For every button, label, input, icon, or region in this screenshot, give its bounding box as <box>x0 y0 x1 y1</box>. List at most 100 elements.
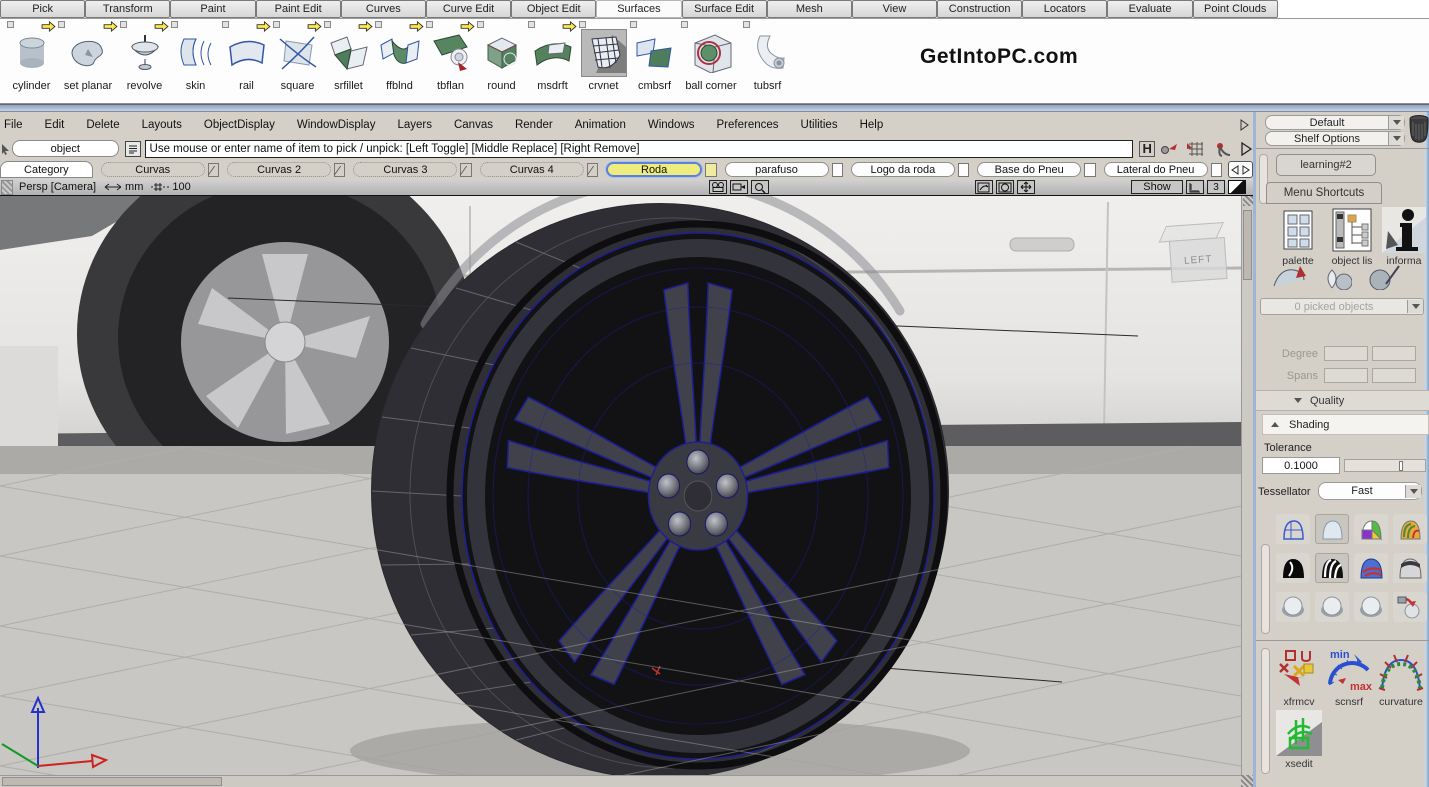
menu-canvas[interactable]: Canvas <box>443 119 504 131</box>
shelf-preset-dropdown[interactable]: Default <box>1265 115 1405 130</box>
quality-section-header[interactable]: Quality <box>1256 390 1429 411</box>
tool-option-checkbox[interactable] <box>426 21 433 28</box>
tool-option-checkbox[interactable] <box>630 21 637 28</box>
spans-field-1[interactable] <box>1324 368 1368 383</box>
shelf-tab-swatch[interactable] <box>587 163 598 177</box>
shortcut-palette[interactable]: palette <box>1274 207 1322 267</box>
tab-surface-edit[interactable]: Surface Edit <box>682 0 767 18</box>
tool-tubsrf[interactable]: tubsrf <box>742 21 793 101</box>
shade-blue-stripes-button[interactable] <box>1354 553 1388 583</box>
menu-utilities[interactable]: Utilities <box>790 119 849 131</box>
scroll-right-icon[interactable] <box>1242 165 1250 175</box>
view-cube[interactable]: LEFT <box>1156 221 1236 292</box>
prompt-history-button[interactable]: H <box>1139 141 1155 157</box>
tab-mesh[interactable]: Mesh <box>767 0 852 18</box>
zoom-magnifier-button[interactable] <box>751 180 769 194</box>
tool-option-checkbox[interactable] <box>120 21 127 28</box>
viewport-vertical-scrollbar[interactable] <box>1241 196 1253 775</box>
tool-option-checkbox[interactable] <box>58 21 65 28</box>
tool-crvnet[interactable]: crvnet <box>578 21 629 101</box>
pan-tool-button[interactable] <box>1017 180 1035 194</box>
tab-transform[interactable]: Transform <box>85 0 170 18</box>
tool-curvature[interactable]: curvature <box>1376 648 1426 708</box>
tool-rail[interactable]: rail <box>221 21 272 101</box>
tool-scnsrf[interactable]: min max scnsrf <box>1324 648 1374 708</box>
shelf-tab-curvas-3[interactable]: Curvas 3 <box>353 162 457 177</box>
scroll-left-icon[interactable] <box>1231 165 1239 175</box>
menu-layers[interactable]: Layers <box>386 119 443 131</box>
shading-section-header[interactable]: Shading <box>1262 414 1429 435</box>
shelf-tab-swatch[interactable] <box>208 163 219 177</box>
tool-option-checkbox[interactable] <box>273 21 280 28</box>
shelf-tab-swatch[interactable] <box>460 163 471 177</box>
dropdown-arrow-icon[interactable] <box>1407 300 1423 313</box>
tool-tbflan[interactable]: tbflan <box>425 21 476 101</box>
scrollbar-thumb[interactable] <box>1243 210 1252 280</box>
sphere-assign-button[interactable] <box>1393 592 1427 622</box>
tool-option-checkbox[interactable] <box>528 21 535 28</box>
shelf-tab-roda[interactable]: Roda <box>606 162 702 177</box>
shelf-tab-logo-da-roda[interactable]: Logo da roda <box>851 162 955 177</box>
shelf-tab-swatch[interactable] <box>334 163 345 177</box>
tab-pick[interactable]: Pick <box>0 0 85 18</box>
panel-scrollbar[interactable] <box>1261 648 1270 774</box>
grid-snap-icon[interactable] <box>1185 141 1207 157</box>
menu-windowdisplay[interactable]: WindowDisplay <box>286 119 387 131</box>
shelf-tab-swatch[interactable] <box>705 163 716 177</box>
shelf-options-dropdown[interactable]: Shelf Options <box>1265 131 1405 146</box>
tolerance-slider[interactable] <box>1344 459 1426 472</box>
shelf-tab-curvas-4[interactable]: Curvas 4 <box>480 162 584 177</box>
tool-revolve[interactable]: revolve <box>119 21 170 101</box>
tool-option-checkbox[interactable] <box>375 21 382 28</box>
menu-preferences[interactable]: Preferences <box>706 119 790 131</box>
window-resize-grip[interactable] <box>1241 775 1253 787</box>
tool-option-checkbox[interactable] <box>743 21 750 28</box>
shelf-tab-lateral-do-pneu[interactable]: Lateral do Pneu <box>1104 162 1208 177</box>
tool-square[interactable]: square <box>272 21 323 101</box>
shelf-tab-curvas-2[interactable]: Curvas 2 <box>227 162 331 177</box>
tab-object-edit[interactable]: Object Edit <box>511 0 596 18</box>
tool-set-planar[interactable]: set planar <box>57 21 119 101</box>
menu-objectdisplay[interactable]: ObjectDisplay <box>193 119 286 131</box>
prompt-input[interactable] <box>145 140 1134 158</box>
tolerance-field[interactable]: 0.1000 <box>1262 457 1340 474</box>
tool-option-checkbox[interactable] <box>7 21 14 28</box>
camera-movie-button[interactable] <box>709 180 727 194</box>
curve-snap-icon[interactable] <box>1160 141 1180 156</box>
tab-curve-edit[interactable]: Curve Edit <box>426 0 511 18</box>
tool-option-checkbox[interactable] <box>681 21 688 28</box>
ruler-button[interactable] <box>1186 180 1204 194</box>
tab-paint-edit[interactable]: Paint Edit <box>256 0 341 18</box>
tab-paint[interactable]: Paint <box>170 0 255 18</box>
frame-view-button[interactable] <box>996 180 1014 194</box>
tool-ffblnd[interactable]: ffblnd <box>374 21 425 101</box>
tool-xfrmcv[interactable]: xfrmcv <box>1274 648 1324 708</box>
menu-help[interactable]: Help <box>849 119 895 131</box>
precision-button[interactable]: 3 <box>1207 180 1225 194</box>
shade-flat-button[interactable] <box>1315 514 1349 544</box>
shade-wireframe-button[interactable] <box>1276 514 1310 544</box>
scrollbar-grip[interactable] <box>1243 196 1253 206</box>
menu-shortcuts-tab[interactable]: Menu Shortcuts <box>1266 182 1382 204</box>
tab-curves[interactable]: Curves <box>341 0 426 18</box>
shelf-tab-swatch[interactable] <box>832 163 843 177</box>
prompt-expand-arrow-icon[interactable] <box>1239 141 1253 157</box>
tab-evaluate[interactable]: Evaluate <box>1107 0 1192 18</box>
shelf-tab-swatch[interactable] <box>1084 163 1095 177</box>
tab-construction[interactable]: Construction <box>937 0 1022 18</box>
viewport-camera-label[interactable]: Persp [Camera] <box>19 181 96 193</box>
tumble-tool-button[interactable] <box>975 180 993 194</box>
shelf-category-button[interactable]: Category <box>0 161 93 178</box>
expand-arrow-icon[interactable] <box>1239 119 1249 131</box>
tool-skin[interactable]: skin <box>170 21 221 101</box>
shelf-tab-curvas[interactable]: Curvas <box>101 162 205 177</box>
camera-video-button[interactable] <box>730 180 748 194</box>
tool-msdrft[interactable]: msdrft <box>527 21 578 101</box>
tool-cylinder[interactable]: cylinder <box>6 21 57 101</box>
tool-option-checkbox[interactable] <box>171 21 178 28</box>
menu-animation[interactable]: Animation <box>564 119 637 131</box>
sphere-sample-button-1[interactable] <box>1276 592 1310 622</box>
shade-zebra-button[interactable] <box>1315 553 1349 583</box>
tessellator-dropdown[interactable]: Fast <box>1318 482 1422 500</box>
shade-silhouette-button[interactable] <box>1276 553 1310 583</box>
